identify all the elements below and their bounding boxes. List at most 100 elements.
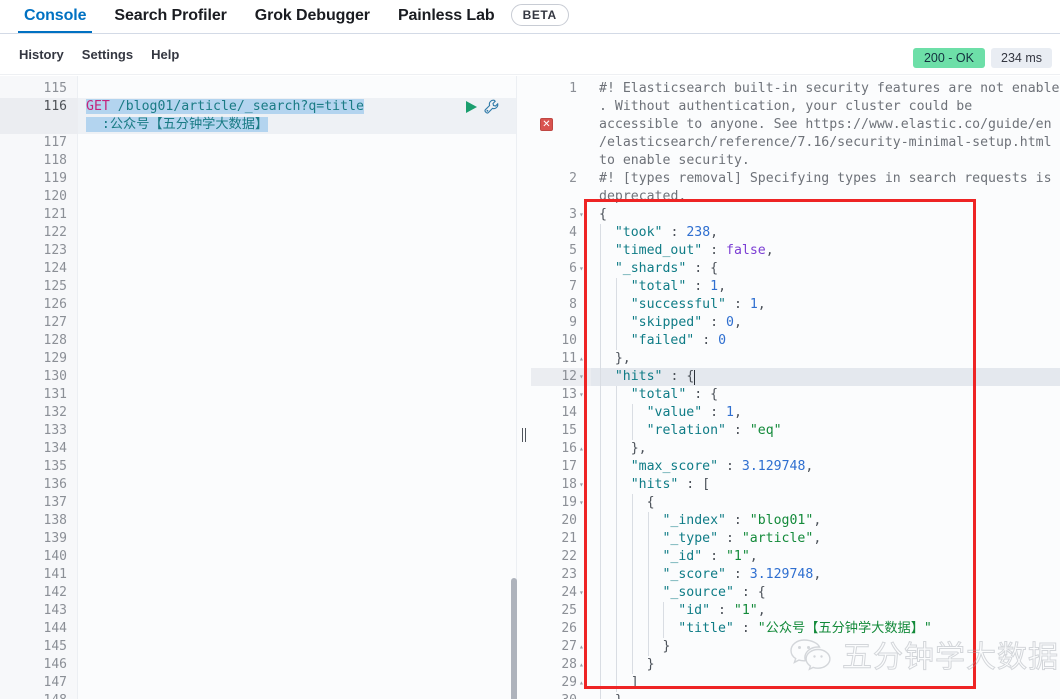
response-code-line: "_type" : "article", xyxy=(591,530,1060,548)
tab-console[interactable]: Console xyxy=(10,0,100,33)
response-code-line: "skipped" : 0, xyxy=(591,314,1060,332)
fold-toggle-icon[interactable]: ▾ xyxy=(579,494,584,512)
toolbar-settings-button[interactable]: Settings xyxy=(73,47,142,62)
fold-toggle-icon[interactable]: ▴ xyxy=(579,638,584,656)
wrench-icon[interactable] xyxy=(484,99,502,117)
pane-splitter-handle[interactable] xyxy=(522,428,527,442)
tab-painless-lab[interactable]: Painless Lab xyxy=(384,0,509,33)
error-icon[interactable]: ✕ xyxy=(540,118,553,131)
response-code-line: "hits" : { xyxy=(591,368,1060,386)
tab-search-profiler[interactable]: Search Profiler xyxy=(100,0,240,33)
response-token-punct: }, xyxy=(615,351,631,366)
response-time-badge: 234 ms xyxy=(991,48,1052,68)
response-token-str: "公众号【五分钟学大数据】" xyxy=(758,621,932,636)
response-token-punct: : xyxy=(663,225,687,240)
response-token-punct: } xyxy=(662,639,670,654)
response-line-number: 7 xyxy=(569,278,577,296)
request-line-number: 132 xyxy=(44,404,67,422)
request-scrollbar-track[interactable] xyxy=(508,76,518,699)
response-line-number: 29 xyxy=(561,674,577,692)
fold-toggle-icon[interactable]: ▾ xyxy=(579,386,584,404)
response-token-num: 0 xyxy=(718,333,726,348)
response-token-punct: , xyxy=(718,279,726,294)
response-token-punct: : xyxy=(710,603,734,618)
response-editor-pane[interactable]: 123▾456▾7891011▴12▾13▾141516▴1718▾19▾202… xyxy=(531,76,1060,699)
response-code-line: "_shards" : { xyxy=(591,260,1060,278)
fold-toggle-icon[interactable]: ▴ xyxy=(579,656,584,674)
request-line-number: 134 xyxy=(44,440,67,458)
response-token-key: "successful" xyxy=(631,297,726,312)
response-line-number: 16 xyxy=(561,440,577,458)
response-token-punct: ] xyxy=(631,675,639,690)
request-line-number: 124 xyxy=(44,260,67,278)
request-line-number: 131 xyxy=(44,386,67,404)
kibana-dev-tools-console: Console Search Profiler Grok Debugger Pa… xyxy=(0,0,1060,699)
response-code-line: } xyxy=(591,692,1060,699)
response-code-line: "failed" : 0 xyxy=(591,332,1060,350)
response-code-line: }, xyxy=(591,350,1060,368)
fold-toggle-icon[interactable]: ▾ xyxy=(579,368,584,386)
request-scrollbar-thumb[interactable] xyxy=(511,578,517,699)
toolbar-history-button[interactable]: History xyxy=(10,47,73,62)
request-line-number: 122 xyxy=(44,224,67,242)
response-line-number: 9 xyxy=(569,314,577,332)
request-line-number: 137 xyxy=(44,494,67,512)
tab-grok-debugger-label: Grok Debugger xyxy=(255,7,370,25)
response-token-punct: : [ xyxy=(678,477,710,492)
toolbar-help-button[interactable]: Help xyxy=(142,47,188,62)
request-http-method: GET xyxy=(86,99,110,114)
response-token-punct: , xyxy=(766,243,774,258)
response-token-key: "max_score" xyxy=(631,459,718,474)
request-line-primary: GET /blog01/article/_search?q=title xyxy=(78,98,516,116)
request-code-area[interactable]: GET /blog01/article/_search?q=title :公众号… xyxy=(78,76,516,699)
tab-search-profiler-label: Search Profiler xyxy=(114,7,226,25)
response-line-number: 14 xyxy=(561,404,577,422)
tab-grok-debugger[interactable]: Grok Debugger xyxy=(241,0,384,33)
response-token-str: "eq" xyxy=(750,423,782,438)
response-code-line: ] xyxy=(591,674,1060,692)
response-token-warn: deprecated. xyxy=(599,189,686,204)
response-token-punct: , xyxy=(750,549,758,564)
fold-toggle-icon[interactable]: ▾ xyxy=(579,476,584,494)
play-icon[interactable] xyxy=(464,100,480,116)
response-code-line: }, xyxy=(591,440,1060,458)
request-line-number: 136 xyxy=(44,476,67,494)
response-code-line: "title" : "公众号【五分钟学大数据】" xyxy=(591,620,1060,638)
fold-toggle-icon[interactable]: ▾ xyxy=(579,206,584,224)
fold-toggle-icon[interactable]: ▾ xyxy=(579,260,584,278)
response-line-number: 30 xyxy=(561,692,577,699)
response-code-line: } xyxy=(591,656,1060,674)
fold-toggle-icon[interactable]: ▴ xyxy=(579,692,584,699)
response-line-number: 20 xyxy=(561,512,577,530)
fold-toggle-icon[interactable]: ▴ xyxy=(579,674,584,692)
request-line-number: 133 xyxy=(44,422,67,440)
request-line-number: 144 xyxy=(44,620,67,638)
response-code-line: deprecated. xyxy=(591,188,1060,206)
response-token-punct: { xyxy=(599,207,607,222)
request-line-number: 119 xyxy=(44,170,67,188)
response-code-line: "value" : 1, xyxy=(591,404,1060,422)
fold-toggle-icon[interactable]: ▴ xyxy=(579,350,584,368)
response-token-punct: , xyxy=(813,513,821,528)
response-line-number: 19 xyxy=(561,494,577,512)
response-token-punct: : { xyxy=(686,261,718,276)
response-token-punct: , xyxy=(758,297,766,312)
request-line-number: 147 xyxy=(44,674,67,692)
request-line-number: 127 xyxy=(44,314,67,332)
pane-splitter[interactable] xyxy=(518,76,531,699)
response-line-number: 15 xyxy=(561,422,577,440)
request-editor-pane[interactable]: 1151161171181191201211221231241251261271… xyxy=(0,76,517,699)
fold-toggle-icon[interactable]: ▴ xyxy=(579,440,584,458)
response-line-number: 13 xyxy=(561,386,577,404)
response-code-area[interactable]: #! Elasticsearch built-in security featu… xyxy=(591,76,1060,699)
response-token-key: "hits" xyxy=(631,477,679,492)
request-url-path: /blog01/article/_search?q=title xyxy=(110,99,364,114)
response-code-line: "took" : 238, xyxy=(591,224,1060,242)
request-line-number: 141 xyxy=(44,566,67,584)
response-token-num: 1 xyxy=(710,279,718,294)
response-line-number: 21 xyxy=(561,530,577,548)
fold-toggle-icon[interactable]: ▾ xyxy=(579,584,584,602)
request-line-number: 123 xyxy=(44,242,67,260)
response-token-punct: }, xyxy=(631,441,647,456)
response-gutter: 123▾456▾7891011▴12▾13▾141516▴1718▾19▾202… xyxy=(531,76,591,699)
